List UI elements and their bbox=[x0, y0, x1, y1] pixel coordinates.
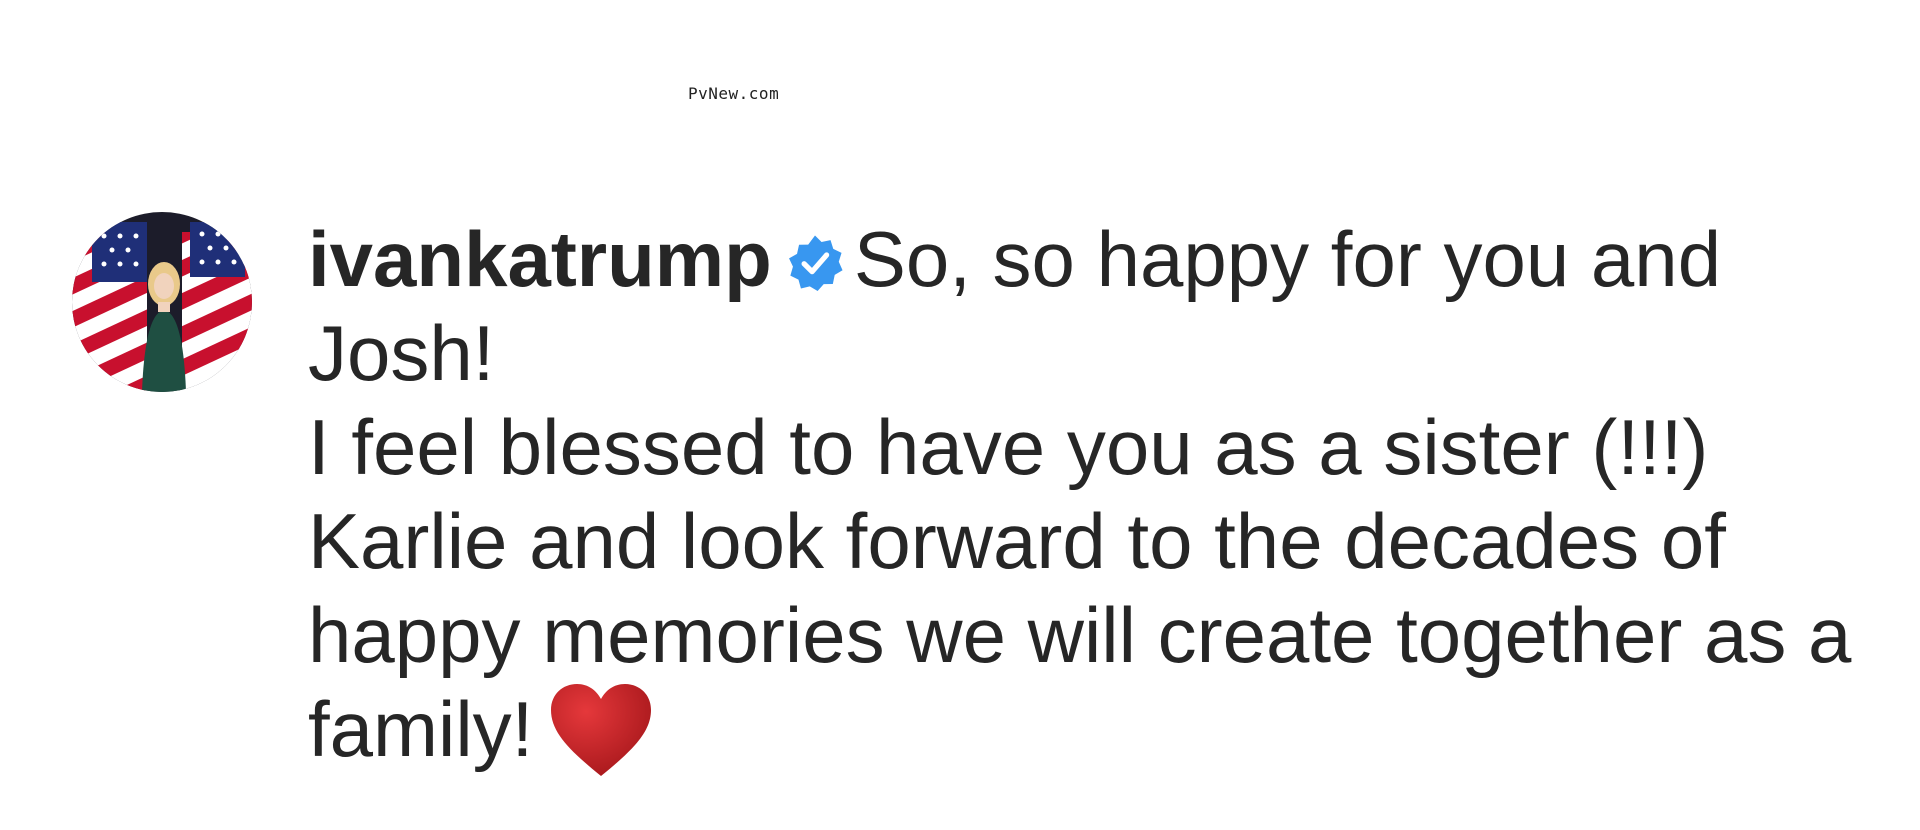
comment: ivankatrump So, so happy for you and Josh… bbox=[72, 212, 1872, 778]
watermark-text: PvNew.com bbox=[688, 84, 780, 103]
avatar[interactable] bbox=[72, 212, 252, 392]
comment-body: ivankatrump So, so happy for you and Josh… bbox=[308, 212, 1920, 778]
verified-badge-icon bbox=[786, 234, 844, 292]
avatar-image bbox=[72, 212, 252, 392]
comment-text-line2: I feel blessed to have you as a sister (… bbox=[308, 403, 1852, 773]
comment-first-paragraph: ivankatrump So, so happy for you and Josh… bbox=[308, 212, 1920, 400]
comment-second-paragraph: I feel blessed to have you as a sister (… bbox=[308, 400, 1920, 778]
heart-icon bbox=[549, 682, 653, 778]
username-link[interactable]: ivankatrump bbox=[308, 215, 772, 303]
